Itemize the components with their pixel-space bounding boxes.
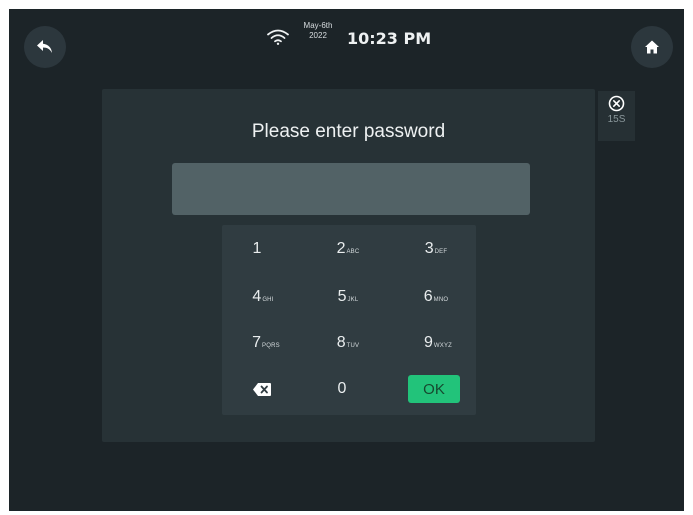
close-circle-icon[interactable] [608, 95, 625, 112]
clock-time: 10:23 PM [347, 29, 432, 48]
date-display: May-6th 2022 [301, 21, 335, 41]
key-0[interactable]: 0 [312, 371, 372, 407]
ok-button[interactable]: OK [408, 375, 460, 403]
date-day: May-6th [303, 21, 333, 30]
key-digit: 4 [252, 288, 262, 305]
back-arrow-icon [37, 40, 52, 53]
wifi-icon [267, 29, 289, 45]
screen: May-6th 2022 10:23 PM Please enter passw… [9, 9, 684, 511]
key-4[interactable]: 4 GHI [233, 279, 293, 315]
dialog-title: Please enter password [251, 121, 446, 142]
key-letters: WXYZ [433, 343, 453, 349]
backspace-button[interactable] [232, 371, 292, 407]
key-digit: 6 [423, 288, 433, 305]
date-year: 2022 [309, 31, 327, 40]
key-letters: PQRS [262, 343, 280, 349]
back-button[interactable] [24, 26, 66, 68]
password-dialog: Please enter password 1 2 ABC 3 DEF 4 GHI 5… [102, 89, 595, 442]
key-letters: MNO [433, 297, 449, 303]
key-digit: 9 [423, 334, 433, 351]
key-digit: 2 [336, 240, 346, 257]
close-timer-panel: 15S [598, 91, 635, 141]
key-9[interactable]: 9 WXYZ [408, 325, 468, 361]
key-letters: ABC [346, 249, 360, 255]
key-letters: JKL [347, 297, 359, 303]
key-digit: 7 [252, 334, 262, 351]
home-button[interactable] [631, 26, 673, 68]
key-digit: 3 [424, 240, 434, 257]
key-letters: DEF [434, 249, 448, 255]
key-7[interactable]: 7 PQRS [236, 325, 296, 361]
home-icon [645, 40, 659, 54]
key-digit: 5 [337, 288, 347, 305]
key-2[interactable]: 2 ABC [318, 231, 378, 267]
key-1[interactable]: 1 [227, 231, 287, 267]
key-letters: GHI [262, 297, 274, 303]
key-digit: 0 [337, 380, 347, 397]
numeric-keypad: 1 2 ABC 3 DEF 4 GHI 5 JKL 6 MNO 7 PQRS 8… [222, 225, 476, 415]
key-6[interactable]: 6 MNO [406, 279, 466, 315]
key-letters: TUV [346, 343, 360, 349]
countdown-timer: 15S [607, 114, 626, 125]
key-5[interactable]: 5 JKL [318, 279, 378, 315]
key-8[interactable]: 8 TUV [318, 325, 378, 361]
backspace-icon [253, 382, 271, 396]
key-digit: 1 [252, 240, 262, 257]
key-3[interactable]: 3 DEF [406, 231, 466, 267]
password-input[interactable] [172, 163, 530, 215]
key-digit: 8 [336, 334, 346, 351]
